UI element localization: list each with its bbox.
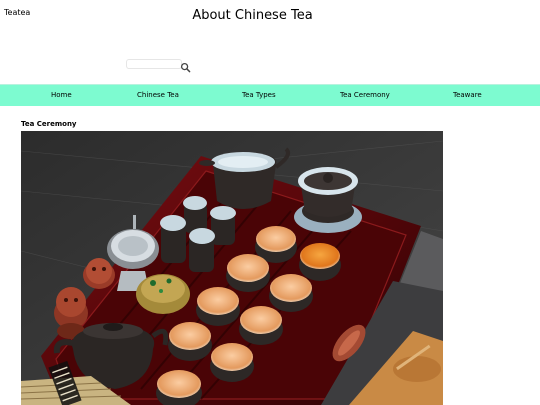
page-title: About Chinese Tea: [192, 8, 313, 23]
search-input[interactable]: [126, 59, 182, 69]
nav-item-tea-ceremony[interactable]: Tea Ceremony: [340, 85, 390, 106]
search-button[interactable]: [180, 58, 191, 73]
nav-item-home[interactable]: Home: [51, 85, 72, 106]
search-icon: [180, 62, 191, 73]
nav-item-tea-types[interactable]: Tea Types: [242, 85, 276, 106]
search-bar: [126, 58, 191, 73]
section-heading: Tea Ceremony: [21, 120, 77, 128]
tea-ceremony-photo: [21, 131, 443, 405]
main-nav: Home Chinese Tea Tea Types Tea Ceremony …: [0, 84, 540, 106]
nav-item-teaware[interactable]: Teaware: [453, 85, 482, 106]
nav-item-chinese-tea[interactable]: Chinese Tea: [137, 85, 179, 106]
